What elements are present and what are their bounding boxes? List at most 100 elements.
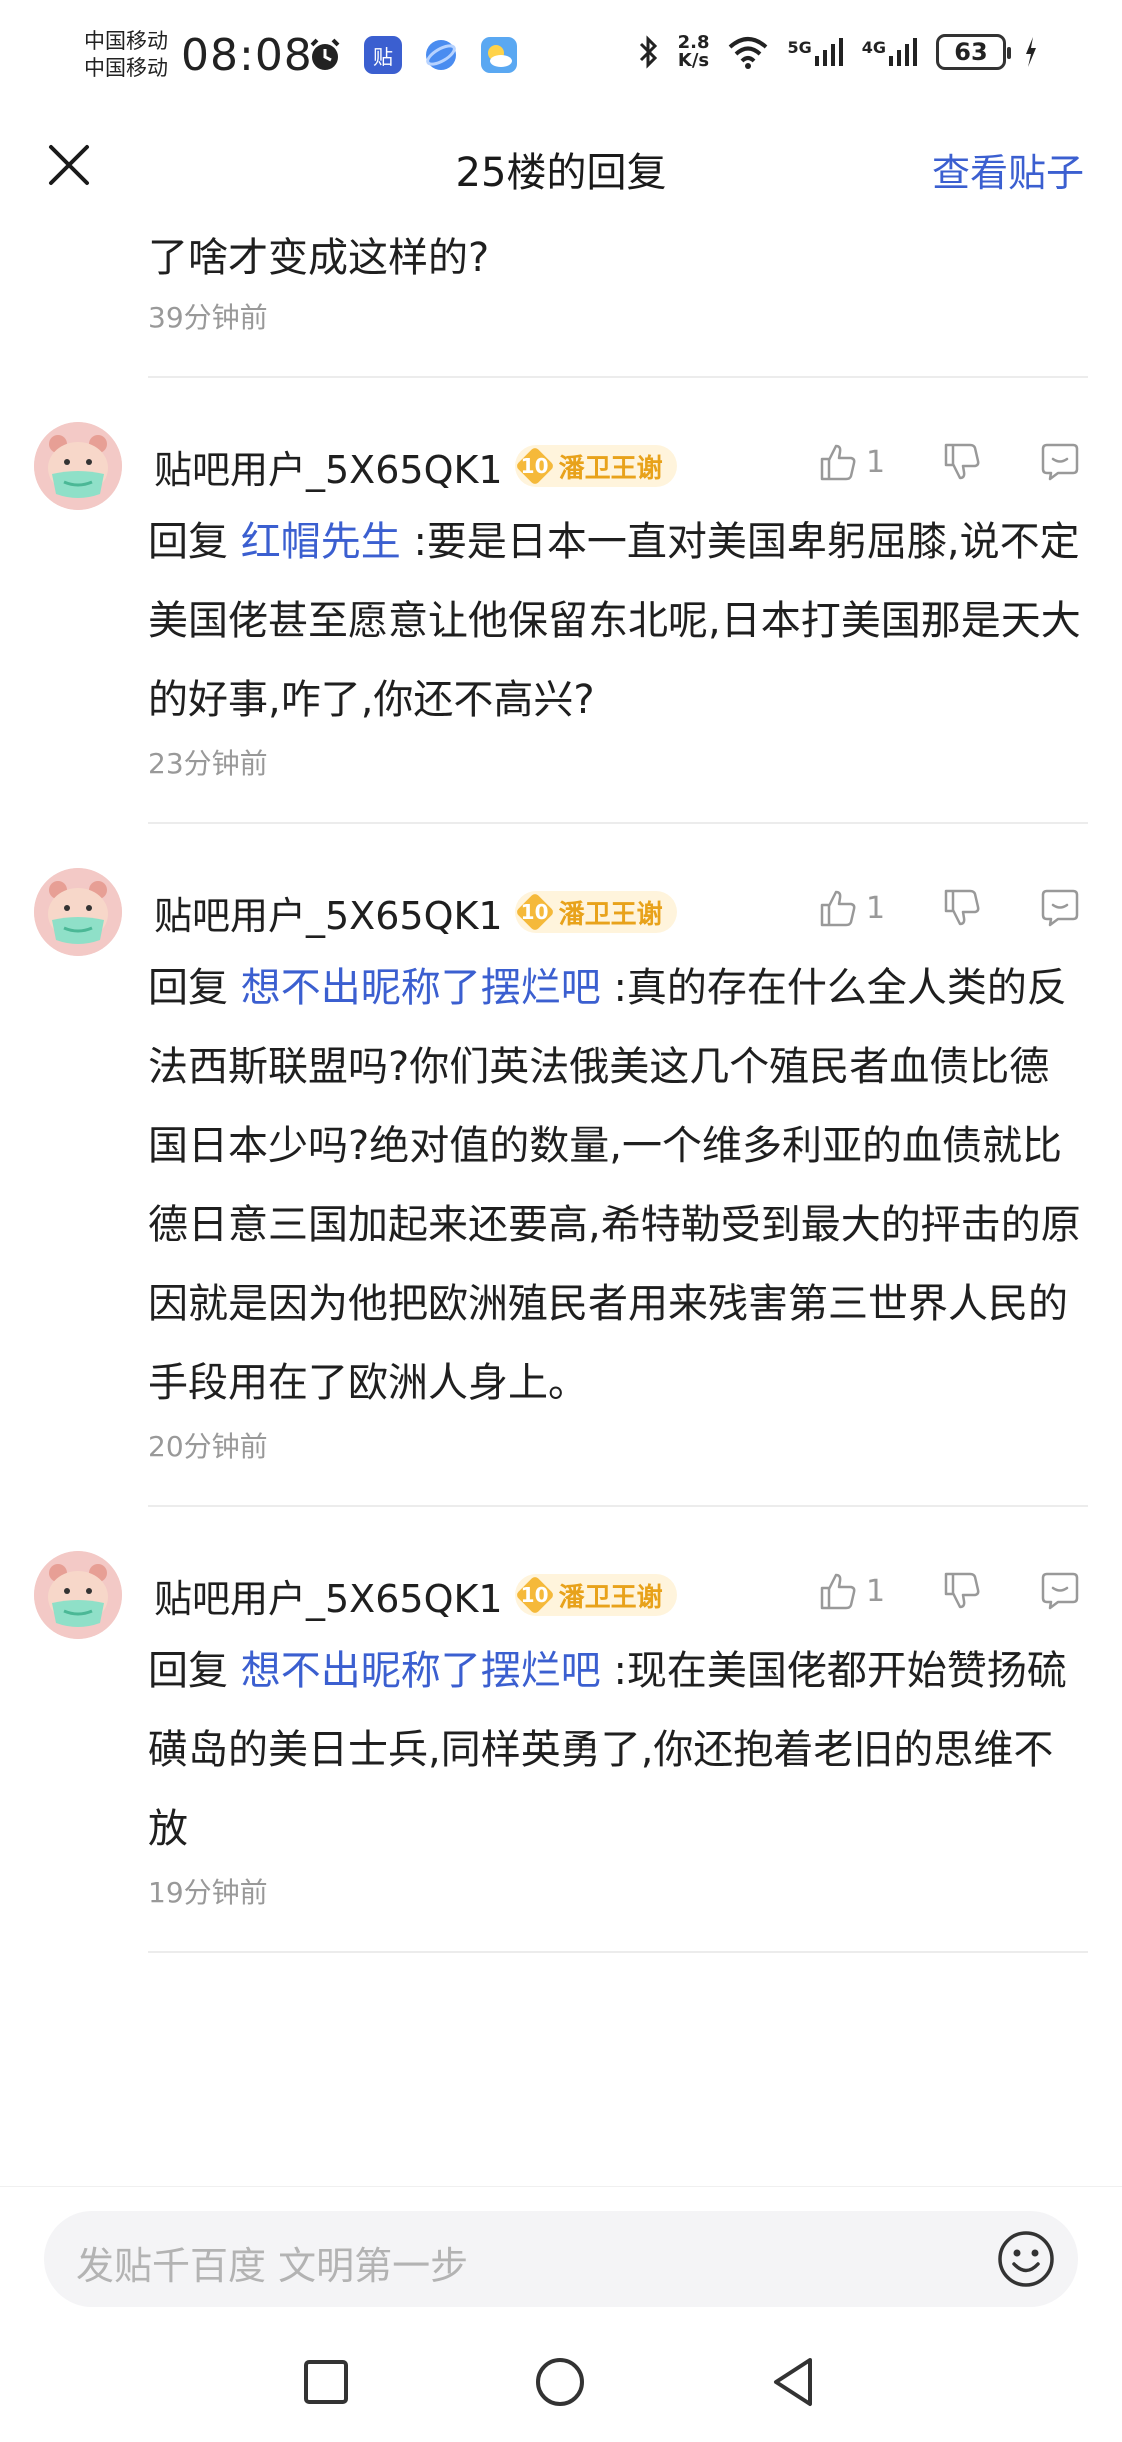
carrier-1: 中国移动 bbox=[84, 29, 168, 53]
weather-app-icon bbox=[481, 37, 517, 73]
level-title: 潘卫王谢 bbox=[558, 453, 663, 484]
carrier-2: 中国移动 bbox=[84, 56, 168, 80]
signal-5g-icon bbox=[814, 38, 843, 66]
avatar-image bbox=[34, 868, 122, 956]
reply-time: 19分钟前 bbox=[148, 1876, 268, 1909]
comment-button[interactable] bbox=[1038, 886, 1082, 930]
level-number: 10 bbox=[515, 892, 555, 932]
tieba-app-icon: 贴 bbox=[364, 36, 402, 74]
reply-time: 20分钟前 bbox=[148, 1430, 268, 1463]
level-value: 10 bbox=[520, 900, 549, 924]
level-value: 10 bbox=[520, 454, 549, 478]
thumbs-up-icon bbox=[820, 1573, 856, 1610]
mention-link[interactable]: 想不出昵称了摆烂吧 bbox=[241, 1648, 601, 1694]
dislike-button[interactable] bbox=[940, 1569, 984, 1613]
system-icons: 2.8 K/s 5G 4G 63 bbox=[636, 34, 1038, 70]
back-icon[interactable] bbox=[766, 2354, 822, 2410]
notification-icons: 贴 bbox=[306, 36, 518, 74]
comment-icon bbox=[1041, 443, 1079, 481]
home-icon[interactable] bbox=[532, 2354, 588, 2410]
battery-indicator: 63 bbox=[936, 34, 1011, 70]
recent-apps-icon[interactable] bbox=[298, 2354, 354, 2410]
thumbs-down-icon bbox=[944, 1572, 980, 1609]
reply-item: 贴吧用户_5X65QK1 10 潘卫王谢 1 bbox=[0, 868, 1122, 1465]
snippet-text: 了啥才变成这样的? bbox=[148, 235, 490, 281]
reply-time: 23分钟前 bbox=[148, 747, 268, 780]
like-count: 1 bbox=[866, 444, 886, 480]
thumbs-down-icon bbox=[944, 889, 980, 926]
reply-actions: 1 bbox=[816, 432, 1082, 492]
level-badge: 10 潘卫王谢 bbox=[514, 891, 677, 933]
username[interactable]: 贴吧用户_5X65QK1 bbox=[154, 885, 503, 940]
dislike-button[interactable] bbox=[940, 886, 984, 930]
emoji-icon[interactable] bbox=[996, 2229, 1056, 2289]
header: 25楼的回复 查看贴子 bbox=[0, 118, 1122, 214]
system-nav-bar bbox=[0, 2326, 1122, 2442]
reply-input-placeholder: 发贴千百度 文明第一步 bbox=[76, 2244, 469, 2288]
charging-icon bbox=[1026, 37, 1036, 67]
signal-5g-label: 5G bbox=[787, 38, 812, 57]
reply-prefix: 回复 bbox=[148, 965, 228, 1011]
signal-4g-icon bbox=[889, 38, 917, 66]
divider bbox=[148, 822, 1088, 824]
level-badge: 10 潘卫王谢 bbox=[514, 1574, 677, 1616]
snippet-time: 39分钟前 bbox=[148, 301, 268, 334]
avatar[interactable] bbox=[34, 868, 122, 956]
reply-prefix: 回复 bbox=[148, 1648, 228, 1694]
user-row: 贴吧用户_5X65QK1 10 潘卫王谢 bbox=[154, 436, 677, 496]
alarm-icon bbox=[310, 38, 340, 70]
battery-level: 63 bbox=[954, 38, 988, 66]
avatar[interactable] bbox=[34, 422, 122, 510]
comment-icon bbox=[1041, 1572, 1079, 1610]
username[interactable]: 贴吧用户_5X65QK1 bbox=[154, 439, 503, 494]
net-speed: 2.8 K/s bbox=[678, 34, 710, 70]
user-row: 贴吧用户_5X65QK1 10 潘卫王谢 bbox=[154, 882, 677, 942]
view-post-link[interactable]: 查看贴子 bbox=[932, 142, 1084, 197]
thumbs-up-icon bbox=[820, 890, 856, 927]
reply-content: 回复 想不出昵称了摆烂吧 :真的存在什么全人类的反法西斯联盟吗?你们英法俄美这几… bbox=[0, 868, 1122, 1423]
level-number: 10 bbox=[515, 1575, 555, 1615]
thumbs-up-icon bbox=[820, 444, 856, 481]
divider bbox=[148, 1505, 1088, 1507]
reply-item: 贴吧用户_5X65QK1 10 潘卫王谢 1 bbox=[0, 1551, 1122, 1911]
avatar[interactable] bbox=[34, 1551, 122, 1639]
signal-4g-label: 4G bbox=[861, 38, 886, 57]
comment-icon bbox=[1041, 889, 1079, 927]
status-bar: 中国移动 中国移动 08:08 贴 2.8 K/s 5G 4G 63 bbox=[0, 0, 1122, 118]
carrier-labels: 中国移动 中国移动 bbox=[84, 28, 168, 82]
reply-input[interactable]: 发贴千百度 文明第一步 bbox=[44, 2211, 1078, 2307]
net-speed-unit: K/s bbox=[677, 50, 710, 71]
level-number: 10 bbox=[515, 446, 555, 486]
reply-prefix: 回复 bbox=[148, 519, 228, 565]
divider bbox=[148, 376, 1088, 378]
bluetooth-icon bbox=[639, 35, 657, 69]
avatar-image bbox=[34, 422, 122, 510]
level-title: 潘卫王谢 bbox=[558, 899, 663, 930]
status-time: 08:08 bbox=[181, 30, 313, 81]
reply-item: 贴吧用户_5X65QK1 10 潘卫王谢 1 bbox=[0, 422, 1122, 782]
reply-text: :真的存在什么全人类的反法西斯联盟吗?你们英法俄美这几个殖民者血债比德国日本少吗… bbox=[148, 965, 1081, 1406]
reply-actions: 1 bbox=[816, 1561, 1082, 1621]
dislike-button[interactable] bbox=[940, 440, 984, 484]
mention-link[interactable]: 想不出昵称了摆烂吧 bbox=[241, 965, 601, 1011]
level-badge: 10 潘卫王谢 bbox=[514, 445, 677, 487]
like-button[interactable]: 1 bbox=[816, 440, 898, 484]
wifi-icon bbox=[729, 37, 768, 69]
mention-link[interactable]: 红帽先生 bbox=[241, 519, 401, 565]
like-button[interactable]: 1 bbox=[816, 886, 898, 930]
user-row: 贴吧用户_5X65QK1 10 潘卫王谢 bbox=[154, 1565, 677, 1625]
level-value: 10 bbox=[520, 1583, 549, 1607]
signal-4g: 4G bbox=[862, 38, 918, 66]
divider bbox=[148, 1951, 1088, 1953]
avatar-image bbox=[34, 1551, 122, 1639]
reply-actions: 1 bbox=[816, 878, 1082, 938]
level-title: 潘卫王谢 bbox=[558, 1582, 663, 1613]
browser-app-icon bbox=[426, 40, 456, 70]
like-button[interactable]: 1 bbox=[816, 1569, 898, 1613]
username[interactable]: 贴吧用户_5X65QK1 bbox=[154, 1568, 503, 1623]
signal-5g: 5G bbox=[787, 38, 843, 66]
like-count: 1 bbox=[866, 890, 886, 926]
thumbs-down-icon bbox=[944, 443, 980, 480]
comment-button[interactable] bbox=[1038, 1569, 1082, 1613]
comment-button[interactable] bbox=[1038, 440, 1082, 484]
